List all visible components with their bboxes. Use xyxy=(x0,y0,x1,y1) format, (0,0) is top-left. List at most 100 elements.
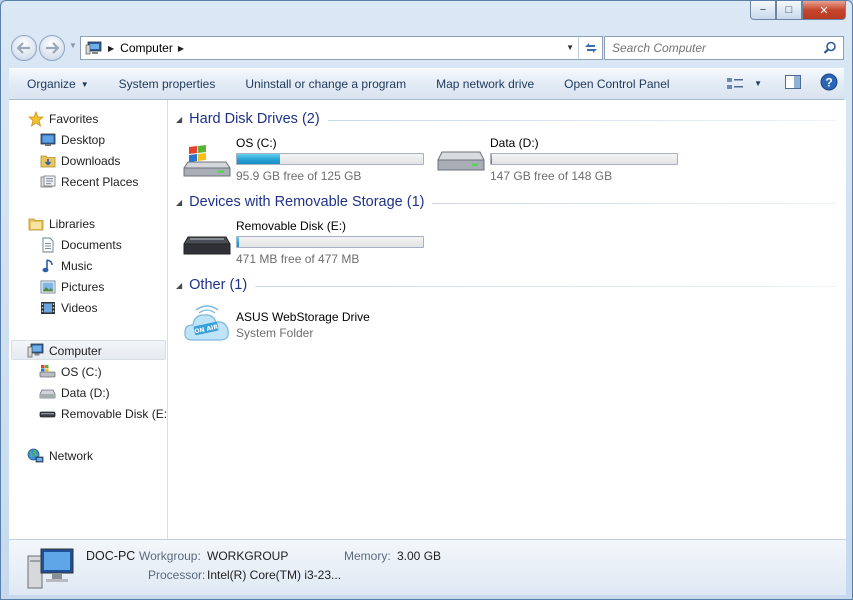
processor-value: Intel(R) Core(TM) i3-23... xyxy=(207,568,342,582)
preview-pane-button[interactable] xyxy=(784,74,802,93)
navigation-bar: ▼ ▶ Computer ▶ ▼ xyxy=(9,33,844,61)
back-button[interactable] xyxy=(11,35,37,61)
drive-free-space: 147 GB free of 148 GB xyxy=(490,169,613,183)
windows-drive-icon xyxy=(39,365,56,378)
nav-removable-e-label: Removable Disk (E:) xyxy=(61,406,168,421)
close-button[interactable]: ✕ xyxy=(802,1,846,20)
collapse-triangle-icon[interactable]: ◢ xyxy=(176,115,182,124)
windows-drive-icon xyxy=(183,145,231,177)
recent-places-icon xyxy=(40,175,55,187)
help-button[interactable]: ? xyxy=(820,73,838,94)
back-arrow-icon xyxy=(17,42,30,54)
nav-pictures[interactable]: Pictures xyxy=(39,277,104,296)
nav-os-c-label: OS (C:) xyxy=(61,364,102,379)
nav-network[interactable]: Network xyxy=(27,446,93,465)
command-bar: Organize ▼ System properties Uninstall o… xyxy=(9,68,844,100)
chevron-down-icon: ▼ xyxy=(80,79,89,89)
nav-videos-label: Videos xyxy=(61,300,98,315)
map-network-drive-button[interactable]: Map network drive xyxy=(421,69,549,99)
workgroup-label: Workgroup: xyxy=(139,549,201,563)
drive-usage-fill xyxy=(237,237,240,247)
maximize-button[interactable]: □ xyxy=(776,1,802,20)
group-divider xyxy=(327,120,836,121)
nav-desktop[interactable]: Desktop xyxy=(39,130,105,149)
refresh-button[interactable] xyxy=(578,37,602,59)
downloads-folder-icon xyxy=(40,155,55,167)
forward-button[interactable] xyxy=(39,35,65,61)
group-header-other[interactable]: ◢ Other (1) xyxy=(176,275,836,295)
search-input[interactable] xyxy=(612,41,817,55)
recent-pages-chevron-icon[interactable]: ▼ xyxy=(69,41,77,50)
processor-label: Processor: xyxy=(148,568,206,582)
drive-usage-bar xyxy=(236,153,424,165)
folder-name: ASUS WebStorage Drive xyxy=(236,310,370,324)
nav-videos[interactable]: Videos xyxy=(39,298,97,317)
memory-value: 3.00 GB xyxy=(397,549,442,563)
collapse-triangle-icon[interactable]: ◢ xyxy=(176,281,182,290)
address-bar[interactable]: ▶ Computer ▶ ▼ xyxy=(80,36,603,60)
nav-downloads[interactable]: Downloads xyxy=(39,151,120,170)
documents-icon xyxy=(42,237,53,252)
collapse-triangle-icon[interactable]: ◢ xyxy=(176,198,182,207)
drive-tile-os-c[interactable]: OS (C:) 95.9 GB free of 125 GB xyxy=(182,136,432,184)
system-properties-button[interactable]: System properties xyxy=(104,69,231,99)
nav-recent-places[interactable]: Recent Places xyxy=(39,172,138,191)
network-icon xyxy=(27,448,44,462)
cloud-folder-icon: ON AIR xyxy=(184,305,229,341)
change-view-button[interactable]: ▼ xyxy=(726,76,762,92)
help-icon: ? xyxy=(820,73,838,91)
nav-desktop-label: Desktop xyxy=(61,132,106,147)
organize-label: Organize xyxy=(27,77,76,91)
nav-data-d[interactable]: Data (D:) xyxy=(39,383,110,402)
libraries-icon xyxy=(28,218,43,230)
search-box[interactable] xyxy=(604,36,844,60)
svg-text:?: ? xyxy=(825,76,832,90)
drive-tile-data-d[interactable]: Data (D:) 147 GB free of 148 GB xyxy=(436,136,686,184)
videos-icon xyxy=(40,301,55,314)
music-icon xyxy=(42,258,53,272)
search-icon[interactable] xyxy=(823,41,837,55)
group-header-hard-disk-drives[interactable]: ◢ Hard Disk Drives (2) xyxy=(176,109,836,129)
nav-removable-e[interactable]: Removable Disk (E:) xyxy=(39,404,168,423)
explorer-window: − □ ✕ ▼ ▶ Computer ▶ ▼ Search Computer O… xyxy=(0,0,853,600)
open-control-panel-button[interactable]: Open Control Panel xyxy=(549,69,684,99)
star-icon xyxy=(27,110,44,127)
caption-buttons: − □ ✕ xyxy=(750,1,846,21)
computer-name: DOC-PC xyxy=(86,549,136,563)
desktop-icon xyxy=(40,133,55,146)
drive-tile-removable-e[interactable]: Removable Disk (E:) 471 MB free of 477 M… xyxy=(182,219,432,267)
breadcrumb-separator[interactable]: ▶ xyxy=(178,44,184,53)
toolbar-right-group: ▼ ? xyxy=(726,73,838,94)
nav-documents-label: Documents xyxy=(61,237,122,252)
nav-favorites[interactable]: Favorites xyxy=(27,109,98,128)
address-dropdown-icon[interactable]: ▼ xyxy=(566,43,574,52)
folder-tile-asus-webstorage[interactable]: ON AIR ASUS WebStorage Drive System Fold… xyxy=(182,300,432,348)
nav-data-d-label: Data (D:) xyxy=(61,385,110,400)
nav-network-label: Network xyxy=(49,448,94,463)
minimize-button[interactable]: − xyxy=(750,1,776,20)
group-header-removable-storage[interactable]: ◢ Devices with Removable Storage (1) xyxy=(176,192,836,212)
drive-name: Data (D:) xyxy=(490,136,539,150)
breadcrumb-separator[interactable]: ▶ xyxy=(108,44,114,53)
drive-free-space: 471 MB free of 477 MB xyxy=(236,252,360,266)
nav-recent-places-label: Recent Places xyxy=(61,174,139,189)
nav-libraries[interactable]: Libraries xyxy=(27,214,95,233)
nav-documents[interactable]: Documents xyxy=(39,235,122,254)
forward-arrow-icon xyxy=(46,42,59,54)
nav-pictures-label: Pictures xyxy=(61,279,105,294)
uninstall-program-button[interactable]: Uninstall or change a program xyxy=(230,69,421,99)
drive-usage-fill xyxy=(491,154,493,164)
organize-button[interactable]: Organize ▼ xyxy=(9,69,104,99)
details-pane: DOC-PC Workgroup: WORKGROUP Memory: 3.00… xyxy=(9,539,846,595)
content-pane: ◢ Hard Disk Drives (2) OS (C:) 95.9 GB f… xyxy=(168,100,846,539)
group-title: Devices with Removable Storage (1) xyxy=(189,194,425,210)
nav-os-c[interactable]: OS (C:) xyxy=(39,362,102,381)
hard-drive-icon xyxy=(39,389,56,399)
chevron-down-icon: ▼ xyxy=(754,79,762,88)
hard-drive-icon xyxy=(437,151,485,171)
drive-usage-bar xyxy=(490,153,678,165)
nav-computer[interactable]: Computer xyxy=(27,341,102,360)
nav-music[interactable]: Music xyxy=(39,256,92,275)
drive-usage-bar xyxy=(236,236,424,248)
breadcrumb-computer[interactable]: Computer xyxy=(120,41,173,55)
